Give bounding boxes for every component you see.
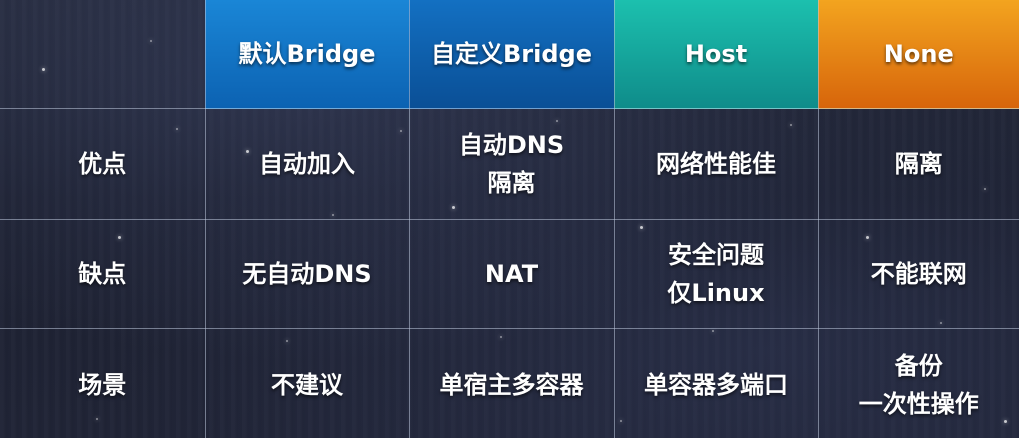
row-label-scenario: 场景 xyxy=(0,328,206,438)
cell-scenario-custom-bridge: 单宿主多容器 xyxy=(408,328,615,438)
header-host: Host xyxy=(613,0,819,109)
header-none: None xyxy=(817,0,1019,109)
cell-cons-none: 不能联网 xyxy=(817,219,1019,329)
network-modes-comparison: 默认Bridge 自定义Bridge Host None 优点 自动加入 自动D… xyxy=(0,0,1019,438)
cell-cons-custom-bridge: NAT xyxy=(408,219,615,329)
header-custom-bridge: 自定义Bridge xyxy=(408,0,615,109)
row-pros: 优点 自动加入 自动DNS 隔离 网络性能佳 隔离 xyxy=(0,108,1019,220)
cell-cons-default-bridge: 无自动DNS xyxy=(204,219,410,329)
cell-pros-default-bridge: 自动加入 xyxy=(204,108,410,220)
row-label-cons: 缺点 xyxy=(0,219,206,329)
comparison-table: 默认Bridge 自定义Bridge Host None 优点 自动加入 自动D… xyxy=(0,0,1019,438)
header-row: 默认Bridge 自定义Bridge Host None xyxy=(0,0,1019,109)
cell-pros-custom-bridge: 自动DNS 隔离 xyxy=(408,108,615,220)
header-default-bridge: 默认Bridge xyxy=(204,0,410,109)
cell-cons-host: 安全问题 仅Linux xyxy=(613,219,819,329)
row-cons: 缺点 无自动DNS NAT 安全问题 仅Linux 不能联网 xyxy=(0,219,1019,329)
cell-scenario-default-bridge: 不建议 xyxy=(204,328,410,438)
row-label-pros: 优点 xyxy=(0,108,206,220)
cell-scenario-none: 备份 一次性操作 xyxy=(817,328,1019,438)
corner-cell xyxy=(0,0,206,109)
cell-pros-host: 网络性能佳 xyxy=(613,108,819,220)
cell-pros-none: 隔离 xyxy=(817,108,1019,220)
row-scenario: 场景 不建议 单宿主多容器 单容器多端口 备份 一次性操作 xyxy=(0,328,1019,438)
cell-scenario-host: 单容器多端口 xyxy=(613,328,819,438)
